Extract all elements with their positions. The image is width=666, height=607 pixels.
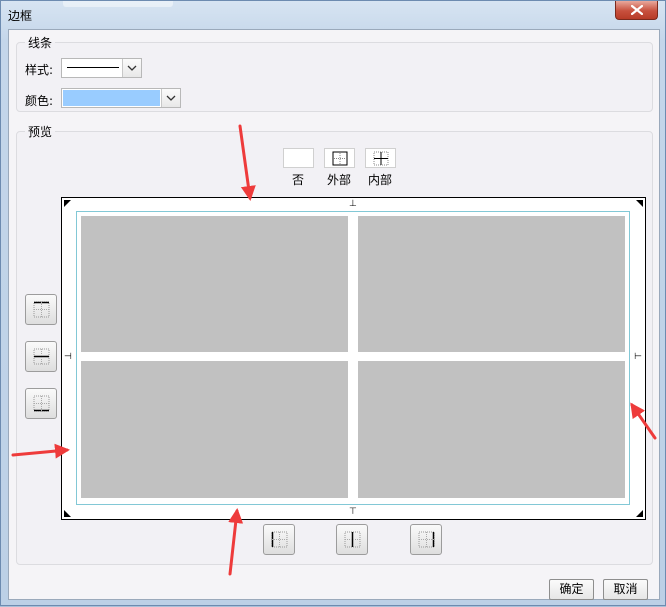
preview-group-label: 预览 <box>28 125 53 139</box>
line-color-dropdown[interactable] <box>61 88 181 108</box>
line-style-dropdown-arrow[interactable] <box>122 59 141 77</box>
border-horizontal-inner-icon <box>33 348 50 365</box>
preview-cell <box>81 361 348 498</box>
preset-outline-button[interactable] <box>324 148 355 168</box>
color-label: 颜色: <box>25 94 54 108</box>
chevron-down-icon <box>166 95 176 101</box>
close-icon <box>631 5 643 15</box>
cell-range-frame <box>76 211 630 505</box>
chevron-down-icon <box>127 65 137 71</box>
border-right-button[interactable] <box>410 524 442 555</box>
border-left-icon <box>271 531 288 548</box>
border-top-icon <box>33 301 50 318</box>
dialog-client-area: 线条 样式: 颜色: 预览 否 外部 内部 ⊥ ⊤ ⊣ ⊢ 确定 取消 <box>8 29 660 600</box>
preset-outline-label: 外部 <box>326 173 351 187</box>
title-bar: 边框 <box>1 1 665 29</box>
border-bottom-button[interactable] <box>25 388 57 419</box>
border-middle-vertical-button[interactable] <box>336 524 368 555</box>
preset-none-button[interactable] <box>283 148 314 168</box>
border-dialog: 边框 线条 样式: 颜色: 预览 否 外部 内部 ⊥ ⊤ ⊣ ⊢ 确定 取消 <box>0 0 666 606</box>
line-style-sample <box>67 67 119 68</box>
preview-cell <box>358 216 625 352</box>
line-color-dropdown-arrow[interactable] <box>161 89 180 107</box>
border-preview-area[interactable]: ⊥ ⊤ ⊣ ⊢ <box>61 197 646 520</box>
border-right-icon <box>418 531 435 548</box>
border-inside-icon <box>373 151 389 166</box>
left-edge-marker: ⊣ <box>64 352 72 362</box>
cancel-button[interactable]: 取消 <box>603 579 648 600</box>
bottom-edge-marker: ⊤ <box>349 507 357 517</box>
border-vertical-inner-icon <box>344 531 361 548</box>
border-outline-icon <box>332 151 348 166</box>
preview-cell <box>358 361 625 498</box>
border-middle-horizontal-button[interactable] <box>25 341 57 372</box>
border-bottom-icon <box>33 395 50 412</box>
preset-inside-button[interactable] <box>365 148 396 168</box>
close-button[interactable] <box>615 1 658 20</box>
background-tab-ghost <box>63 1 173 7</box>
preset-none-label: 否 <box>291 173 304 187</box>
line-style-dropdown[interactable] <box>61 58 142 78</box>
window-title: 边框 <box>8 9 33 23</box>
ok-button[interactable]: 确定 <box>549 579 594 600</box>
lines-group-label: 线条 <box>28 36 53 50</box>
line-color-swatch <box>63 90 160 106</box>
preset-inside-label: 内部 <box>367 173 392 187</box>
top-edge-marker: ⊥ <box>349 199 357 209</box>
border-top-button[interactable] <box>25 294 57 325</box>
preview-cell <box>81 216 348 352</box>
right-edge-marker: ⊢ <box>634 352 642 362</box>
style-label: 样式: <box>25 63 54 77</box>
border-left-button[interactable] <box>263 524 295 555</box>
